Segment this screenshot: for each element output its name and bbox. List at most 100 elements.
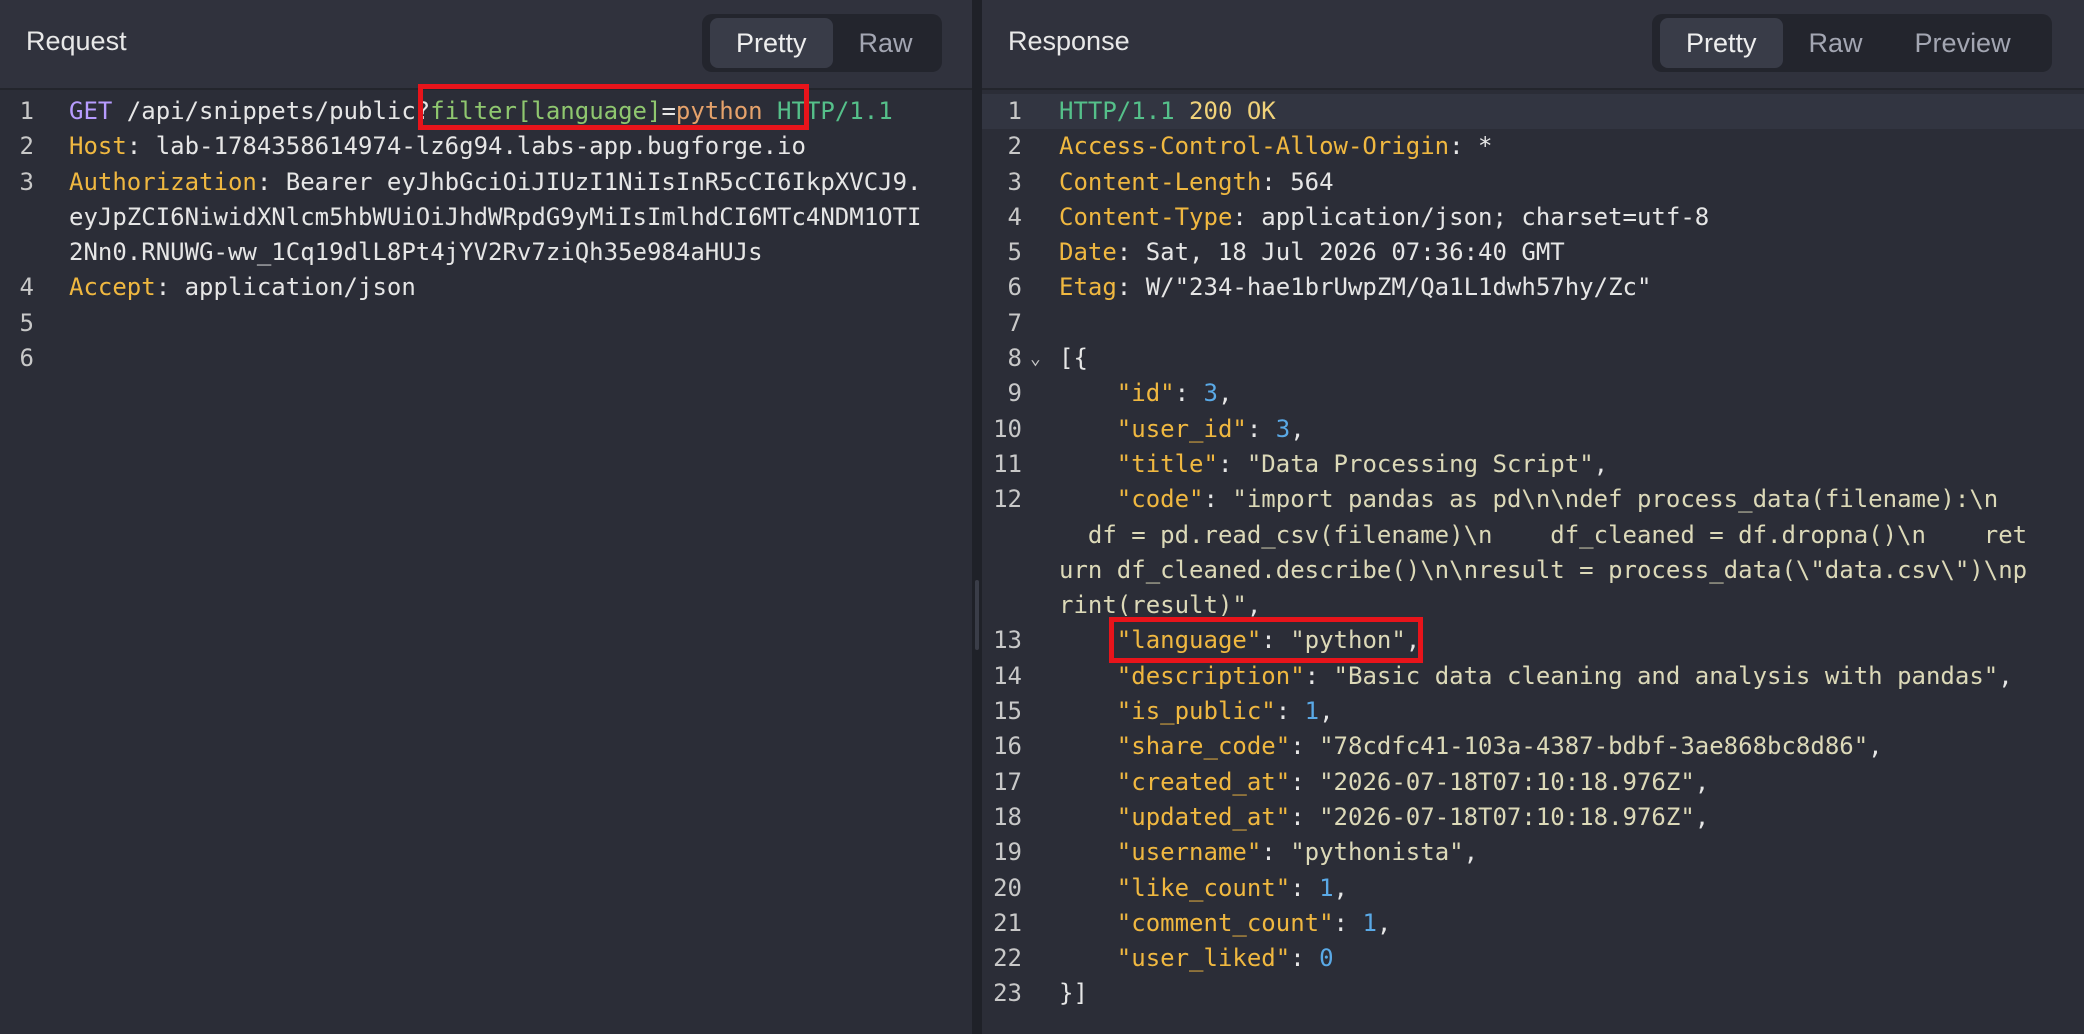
code-line: 6 Etag: W/"234-hae1brUwpZM/Qa1L1dwh57hy/Z… [982, 270, 2084, 305]
line-number: 18 [993, 802, 1022, 831]
header-value: : application/json; charset=utf-8 [1232, 202, 1710, 231]
line-number: 1 [19, 97, 34, 125]
header-name: Access-Control-Allow-Origin [1059, 132, 1450, 161]
response-pane: Response Pretty Raw Preview 1 HTTP/1.1 20… [982, 0, 2084, 1034]
line-content: Authorization: Bearer eyJhbGciOiJIUzI1Ni… [69, 165, 922, 200]
line-number: 12 [993, 485, 1022, 514]
request-tab-raw[interactable]: Raw [833, 18, 939, 68]
json-key: "title" [1116, 449, 1218, 478]
code-line: 14 "description": "Basic data cleaning a… [982, 659, 2084, 694]
response-view-tabs: Pretty Raw Preview [1652, 14, 2052, 72]
line-number: 11 [993, 449, 1022, 478]
line-number: 6 [19, 344, 34, 373]
line-number: 15 [993, 697, 1022, 726]
code-line: 2 Host: lab-1784358614974-lz6g94.labs-app… [0, 129, 972, 164]
header-name: Etag [1059, 273, 1117, 302]
code-line: 5 Date: Sat, 18 Jul 2026 07:36:40 GMT [982, 235, 2084, 270]
json-key: "description" [1116, 661, 1305, 690]
code-line: 2 Access-Control-Allow-Origin: * [982, 129, 2084, 164]
line-content: }] [1059, 976, 1088, 1011]
header-value: : lab-1784358614974-lz6g94.labs-app.bugf… [126, 132, 806, 161]
line-number: 7 [1007, 308, 1022, 337]
http-version: HTTP/1.1 [1059, 97, 1175, 125]
json-string: "Basic data cleaning and analysis with p… [1333, 661, 1999, 690]
line-content: [{ [1059, 341, 1088, 376]
line-content: Date: Sat, 18 Jul 2026 07:36:40 GMT [1059, 235, 1565, 270]
http-method: GET [69, 97, 113, 125]
line-number: 22 [993, 944, 1022, 973]
json-key: "created_at" [1116, 767, 1291, 796]
header-value-continuation: eyJpZCI6NiwidXNlcm5hbWUiOiJhdWRpdG9yMiIs… [69, 202, 922, 231]
json-comma: , [1868, 732, 1883, 761]
json-comma: , [1333, 873, 1348, 902]
line-number: 8 [1007, 344, 1022, 373]
json-close-bracket: }] [1059, 979, 1088, 1008]
json-number: 3 [1203, 379, 1218, 408]
header-value: : Bearer eyJhbGciOiJIUzI1NiIsInR5cCI6Ikp… [256, 167, 922, 196]
line-content: "code": "import pandas as pd\n\ndef proc… [1116, 485, 1999, 514]
line-content: "user_id": 3, [1116, 414, 1305, 443]
line-number: 6 [1007, 273, 1022, 302]
code-line: 16 "share_code": "78cdfc41-103a-4387-bdb… [982, 729, 2084, 764]
code-line: eyJpZCI6NiwidXNlcm5hbWUiOiJhdWRpdG9yMiIs… [0, 200, 972, 235]
header-name: Content-Type [1059, 202, 1233, 231]
line-content: Accept: application/json [69, 270, 416, 305]
header-name: Accept [69, 273, 156, 302]
line-content: Access-Control-Allow-Origin: * [1059, 129, 1493, 164]
line-content: "share_code": "78cdfc41-103a-4387-bdbf-3… [1116, 732, 1883, 761]
json-key: "comment_count" [1116, 908, 1334, 937]
line-content: "updated_at": "2026-07-18T07:10:18.976Z"… [1116, 802, 1710, 831]
line-number: 16 [993, 732, 1022, 761]
response-tab-preview[interactable]: Preview [1889, 18, 2037, 68]
json-comma: , [1694, 802, 1710, 831]
json-key: "id" [1116, 379, 1175, 408]
line-number: 17 [993, 767, 1022, 796]
json-string: "2026-07-18T07:10:18.976Z" [1319, 802, 1695, 831]
line-content: 2Nn0.RNUWG-ww_1Cq19dlL8Pt4jYV2Rv7ziQh35e… [69, 235, 763, 270]
json-comma: , [1246, 591, 1262, 620]
response-tab-raw[interactable]: Raw [1783, 18, 1889, 68]
line-content: "username": "pythonista", [1116, 838, 1479, 867]
header-value: : Sat, 18 Jul 2026 07:36:40 GMT [1116, 238, 1565, 267]
json-comma: , [1319, 697, 1334, 726]
json-string-continuation: rint(result)" [1059, 591, 1247, 620]
line-number: 14 [993, 661, 1022, 690]
divider-grip[interactable] [975, 580, 979, 650]
json-string: "2026-07-18T07:10:18.976Z" [1319, 767, 1695, 796]
code-line: 7 [982, 306, 2084, 341]
json-key: "is_public" [1116, 697, 1276, 726]
response-title: Response [1008, 26, 1130, 56]
line-content: Content-Length: 564 [1059, 165, 1334, 200]
code-line: 15 "is_public": 1, [982, 694, 2084, 729]
line-content: "description": "Basic data cleaning and … [1116, 661, 2013, 690]
line-number: 4 [1007, 202, 1022, 231]
line-number: 5 [1007, 238, 1022, 267]
code-line: df = pd.read_csv(filename)\n df_cleaned … [982, 518, 2084, 553]
code-line: 4 Content-Type: application/json; charset… [982, 200, 2084, 235]
line-number: 3 [19, 167, 34, 196]
response-editor[interactable]: 1 HTTP/1.1 200 OK 2 Access-Control-Allow-Or… [982, 94, 2084, 1012]
response-tab-pretty[interactable]: Pretty [1660, 18, 1783, 68]
line-content: "title": "Data Processing Script", [1116, 449, 1609, 478]
json-string-continuation: df = pd.read_csv(filename)\n df_cleaned … [1059, 520, 2028, 549]
fold-chevron-icon[interactable]: ⌄ [1030, 341, 1041, 376]
header-name: Date [1059, 238, 1117, 267]
request-header: Request Pretty Raw [0, 0, 972, 90]
request-editor[interactable]: 1 GET /api/snippets/public?filter[languag… [0, 94, 972, 376]
request-view-tabs: Pretty Raw [702, 14, 942, 72]
code-line: 19 "username": "pythonista", [982, 835, 2084, 870]
code-line: 9 "id": 3, [982, 376, 2084, 411]
header-name: Host [69, 132, 127, 161]
line-number: 9 [1007, 379, 1022, 408]
line-content: Content-Type: application/json; charset=… [1059, 200, 1709, 235]
line-content: eyJpZCI6NiwidXNlcm5hbWUiOiJhdWRpdG9yMiIs… [69, 200, 922, 235]
json-comma: , [1290, 414, 1305, 443]
request-tab-pretty[interactable]: Pretty [710, 18, 833, 68]
code-line: 22 "user_liked": 0 [982, 941, 2084, 976]
code-line: 8 [{ ⌄ [982, 341, 2084, 376]
header-value: : application/json [155, 273, 416, 302]
json-key: "updated_at" [1116, 802, 1291, 831]
pane-divider[interactable] [972, 0, 982, 1034]
request-path: /api/snippets/public [112, 97, 416, 125]
json-string-continuation: urn df_cleaned.describe()\n\nresult = pr… [1059, 555, 2028, 584]
